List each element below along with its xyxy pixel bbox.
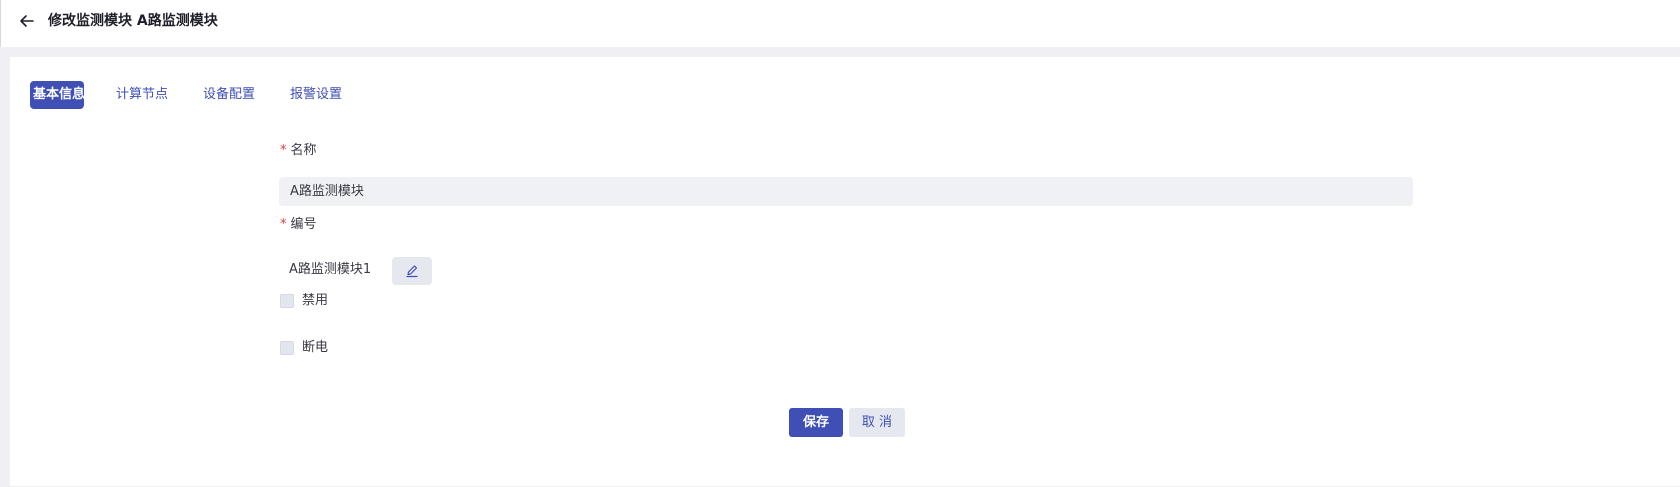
code-label-text: 编号 [290,217,317,232]
name-field-label: * 名称 [280,143,317,159]
tab-device-config[interactable]: 设备配置 [203,81,255,109]
cancel-button[interactable]: 取 消 [849,408,905,437]
save-button[interactable]: 保存 [789,408,843,437]
power-off-checkbox[interactable] [280,341,294,355]
pencil-icon [406,265,418,278]
disabled-checkbox[interactable] [280,294,294,308]
page-header: 修改监测模块 A路监测模块 [0,0,1680,47]
name-input[interactable]: A路监测模块 [279,177,1413,206]
required-mark: * [280,143,287,158]
code-value: A路监测模块1 [289,262,372,277]
tab-basic-info[interactable]: 基本信息 [30,81,85,109]
arrow-left-icon[interactable] [18,12,36,30]
code-field-label: * 编号 [280,217,317,233]
edit-code-button[interactable] [392,257,432,285]
tab-compute-node[interactable]: 计算节点 [116,81,168,109]
tab-alarm-settings[interactable]: 报警设置 [290,81,342,109]
disabled-label: 禁用 [302,293,329,308]
power-off-label: 断电 [302,340,329,355]
required-mark: * [280,217,287,232]
name-label-text: 名称 [290,143,317,158]
form-card: 基本信息 计算节点 设备配置 报警设置 * 名称 A路监测模块 * 编号 A路监测模… [10,57,1680,486]
page-title: 修改监测模块 A路监测模块 [48,13,218,29]
